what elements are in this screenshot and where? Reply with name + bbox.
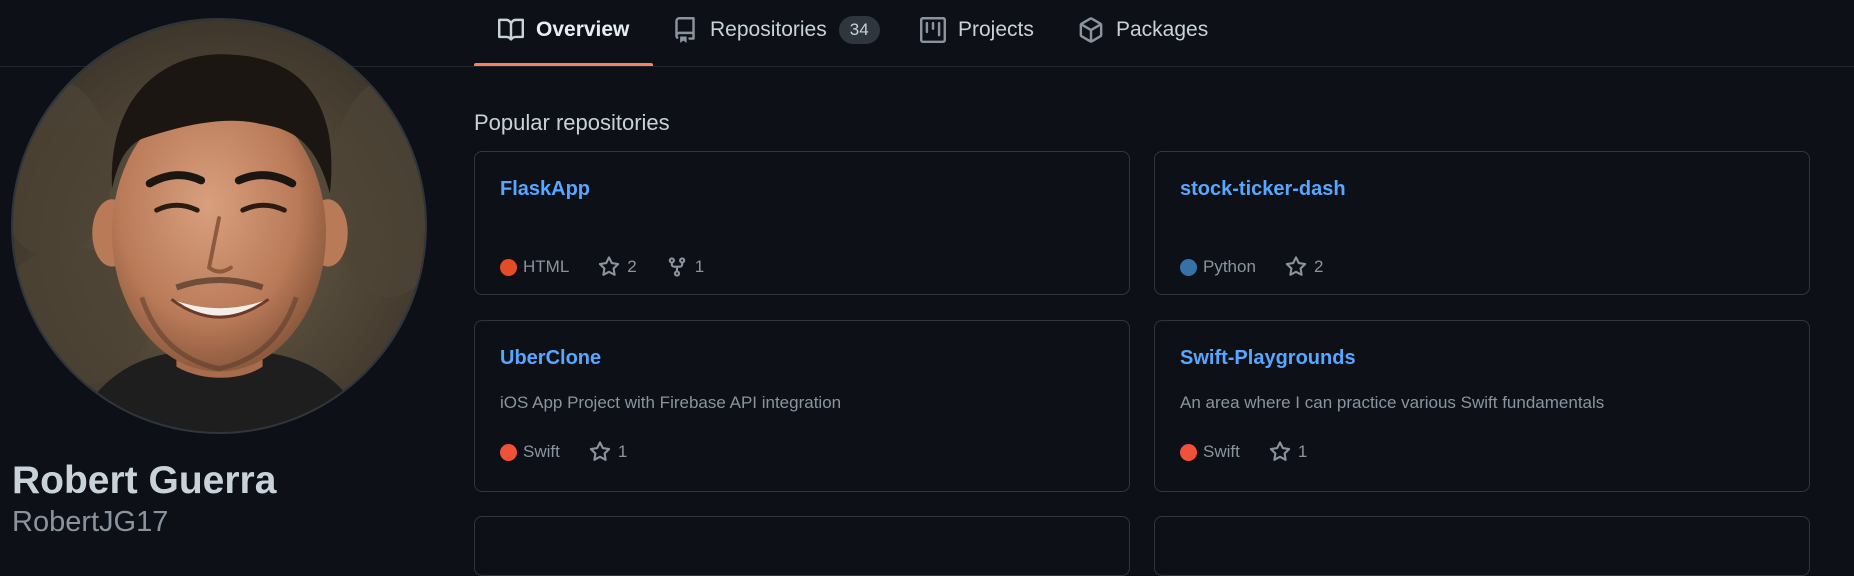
language-color-dot <box>500 258 517 276</box>
repo-language: Swift <box>1180 442 1240 462</box>
repo-description: An area where I can practice various Swi… <box>1180 393 1605 412</box>
language-label: Swift <box>1203 442 1240 461</box>
tab-repositories-label: Repositories <box>710 18 827 41</box>
fork-count: 1 <box>694 257 705 276</box>
fork-icon <box>668 257 685 277</box>
profile-username: RobertJG17 <box>12 506 169 538</box>
tab-projects[interactable]: Projects <box>920 0 1034 66</box>
repo-card <box>1154 516 1810 576</box>
repo-card: stock-ticker-dash Python 2 <box>1154 151 1810 295</box>
repo-stars[interactable]: 1 <box>589 441 627 463</box>
repo-stars[interactable]: 2 <box>598 256 637 278</box>
repo-stars[interactable]: 1 <box>1269 441 1307 463</box>
repo-language: HTML <box>500 257 569 277</box>
star-icon <box>589 441 611 461</box>
profile-photo <box>13 20 425 432</box>
language-color-dot <box>1180 443 1197 461</box>
language-label: HTML <box>523 257 570 276</box>
star-count: 1 <box>617 442 628 461</box>
repo-icon <box>672 17 698 43</box>
repo-stars[interactable]: 2 <box>1285 256 1323 278</box>
star-icon <box>1285 256 1307 276</box>
repo-language: Python <box>1180 257 1256 277</box>
star-count: 1 <box>1297 442 1308 461</box>
repository-count-badge: 34 <box>838 16 880 44</box>
tab-overview-label: Overview <box>536 18 630 41</box>
repo-meta: Swift 1 <box>500 441 656 463</box>
star-count: 2 <box>627 257 637 276</box>
language-label: Python <box>1203 257 1256 276</box>
repo-meta: Python 2 <box>1180 256 1352 278</box>
popular-repositories-heading: Popular repositories <box>474 110 670 135</box>
tab-packages[interactable]: Packages <box>1078 0 1208 66</box>
star-count: 2 <box>1313 257 1324 276</box>
language-label: Swift <box>523 442 560 461</box>
package-icon <box>1078 17 1104 43</box>
repo-description: iOS App Project with Firebase API integr… <box>500 393 842 412</box>
language-color-dot <box>500 443 517 461</box>
profile-full-name: Robert Guerra <box>12 459 277 502</box>
repo-forks[interactable]: 1 <box>666 256 704 278</box>
repo-link-flaskapp[interactable]: FlaskApp <box>500 178 590 201</box>
repo-card: UberClone iOS App Project with Firebase … <box>474 320 1130 492</box>
star-icon <box>599 256 620 276</box>
repo-card: FlaskApp HTML 2 1 <box>474 151 1130 295</box>
repo-card: Swift-Playgrounds An area where I can pr… <box>1154 320 1810 492</box>
tab-overview[interactable]: Overview <box>474 0 654 66</box>
project-icon <box>920 17 946 43</box>
repo-link-stock-ticker-dash[interactable]: stock-ticker-dash <box>1180 178 1346 201</box>
avatar[interactable] <box>11 18 427 434</box>
tab-projects-label: Projects <box>958 18 1034 41</box>
repo-card <box>474 516 1130 576</box>
repo-link-swift-playgrounds[interactable]: Swift-Playgrounds <box>1180 347 1356 370</box>
tab-repositories[interactable]: Repositories 34 <box>672 0 880 66</box>
language-color-dot <box>1180 258 1197 276</box>
tab-packages-label: Packages <box>1116 18 1209 41</box>
book-icon <box>498 17 524 43</box>
repo-link-uberclone[interactable]: UberClone <box>500 347 601 370</box>
repo-meta: Swift 1 <box>1180 441 1336 463</box>
repo-language: Swift <box>500 442 560 462</box>
star-icon <box>1269 441 1291 461</box>
repo-meta: HTML 2 1 <box>500 256 733 278</box>
